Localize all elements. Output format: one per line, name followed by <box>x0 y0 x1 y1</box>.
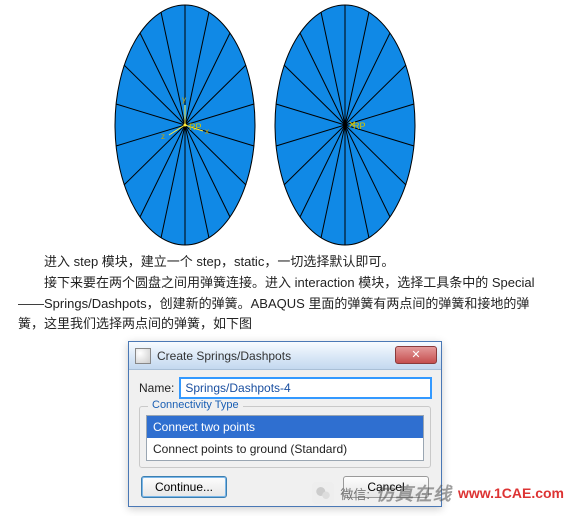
connectivity-group-label: Connectivity Type <box>148 399 243 411</box>
axis-y-label: y <box>182 95 186 104</box>
dialog-title: Create Springs/Dashpots <box>157 349 291 363</box>
connectivity-group: Connectivity Type Connect two points Con… <box>139 406 431 468</box>
close-button[interactable]: ✕ <box>395 346 437 364</box>
option-connect-two-points[interactable]: Connect two points <box>147 416 423 438</box>
paragraph-2: 接下来要在两个圆盘之间用弹簧连接。进入 interaction 模块，选择工具条… <box>18 273 552 335</box>
name-label: Name: <box>139 381 174 395</box>
paragraph-1: 进入 step 模块，建立一个 step，static，一切选择默认即可。 <box>18 252 552 273</box>
option-connect-to-ground[interactable]: Connect points to ground (Standard) <box>147 438 423 460</box>
ellipse-svg: y x z RP RP ✕ <box>105 0 465 250</box>
axis-x-label: x <box>205 127 209 136</box>
rp-label-left: RP <box>189 122 202 132</box>
dialog-titlebar[interactable]: Create Springs/Dashpots ✕ <box>129 342 441 370</box>
name-input[interactable] <box>180 378 431 398</box>
cancel-button[interactable]: Cancel <box>343 476 429 498</box>
continue-button[interactable]: Continue... <box>141 476 227 498</box>
connectivity-listbox[interactable]: Connect two points Connect points to gro… <box>146 415 424 461</box>
body-text: 进入 step 模块，建立一个 step，static，一切选择默认即可。 接下… <box>0 250 570 341</box>
create-springs-dialog: Create Springs/Dashpots ✕ Name: Connecti… <box>128 341 442 507</box>
ellipse-diagram: y x z RP RP ✕ <box>0 0 570 250</box>
app-icon <box>135 348 151 364</box>
svg-text:✕: ✕ <box>348 120 356 131</box>
axis-z-label: z <box>161 132 165 141</box>
